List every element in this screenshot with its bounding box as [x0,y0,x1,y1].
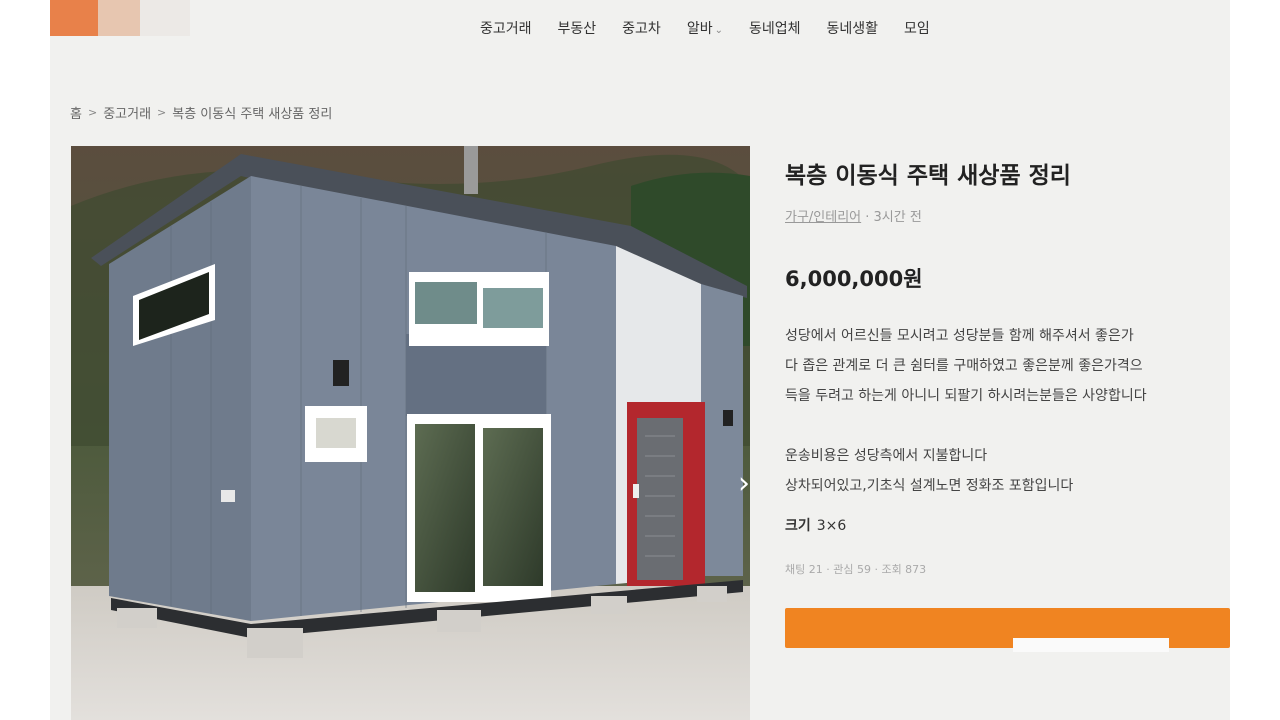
nav-item-real-estate[interactable]: 부동산 [558,18,597,38]
main-nav: 중고거래 부동산 중고차 알바 ⌄ 동네업체 동네생활 모임 [480,18,956,38]
breadcrumb-home[interactable]: 홈 [70,103,82,122]
product-title: 복층 이동식 주택 새상품 정리 [785,163,1071,189]
chevron-right-icon: > [157,106,167,119]
nav-item-groups[interactable]: 모임 [904,18,930,38]
chat-button[interactable] [785,608,1230,652]
nav-item-parttime-label: 알바 [686,21,713,37]
nav-item-parttime[interactable]: 알바 ⌄ [687,18,723,38]
next-image-arrow[interactable]: › [729,466,750,502]
posted-time: · 3시간 전 [861,210,922,225]
product-stats: 채팅 21 · 관심 59 · 조회 873 [785,563,927,576]
chevron-down-icon: ⌄ [714,25,723,36]
size-row: 크기 3×6 [785,515,1230,535]
description-line: 성당에서 어르신들 모시려고 성당분들 함께 해주셔서 좋은가 [785,328,1134,344]
nav-item-used-trade[interactable]: 중고거래 [480,18,532,38]
nav-item-local-life[interactable]: 동네생활 [827,18,879,38]
breadcrumb-current: 복층 이동식 주택 새상품 정리 [172,107,333,122]
breadcrumb-category[interactable]: 중고거래 [103,103,151,122]
product-photo[interactable]: › [71,146,750,720]
nav-item-local-business[interactable]: 동네업체 [749,18,801,38]
description-line: 상차되어있고,기초식 설계노면 정화조 포함입니다 [785,478,1074,494]
description-line: 운송비용은 성당측에서 지불합니다 [785,448,988,464]
logo[interactable] [50,0,190,36]
size-value: 3×6 [816,518,847,534]
nav-item-used-car[interactable]: 중고차 [622,18,661,38]
house-image [71,146,750,720]
breadcrumb: 홈 > 중고거래 > 복층 이동식 주택 새상품 정리 [70,103,332,122]
product-description: 성당에서 어르신들 모시려고 성당분들 함께 해주셔서 좋은가 다 좁은 관계로… [785,321,1230,501]
product-category-link[interactable]: 가구/인테리어 [785,210,861,225]
description-line: 득을 두려고 하는게 아니니 되팔기 하시려는분들은 사양합니다 [785,388,1147,404]
product-price: 6,000,000원 [785,267,923,291]
product-meta: 가구/인테리어 · 3시간 전 [785,206,1230,225]
product-detail: 복층 이동식 주택 새상품 정리 가구/인테리어 · 3시간 전 6,000,0… [785,150,1230,577]
description-line: 다 좁은 관계로 더 큰 쉼터를 구매하였고 좋은분께 좋은가격으 [785,358,1143,374]
chevron-right-icon: > [87,106,98,119]
page: 중고거래 부동산 중고차 알바 ⌄ 동네업체 동네생활 모임 홈 > 중고거래 >… [50,0,1230,720]
size-label: 크기 [785,518,811,534]
